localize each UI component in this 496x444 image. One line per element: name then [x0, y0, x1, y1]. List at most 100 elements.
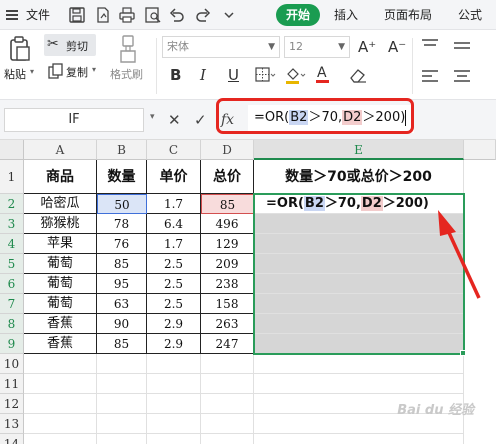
header-cell-a[interactable]: 商品 [24, 160, 97, 194]
cell-d3[interactable]: 496 [201, 214, 254, 234]
cell-a5[interactable]: 葡萄 [24, 254, 97, 274]
empty-cell[interactable] [24, 434, 97, 444]
row-header-12[interactable]: 12 [0, 394, 24, 414]
empty-cell[interactable] [147, 434, 201, 444]
tab-formulas[interactable]: 公式 [458, 0, 482, 30]
row-header-5[interactable]: 5 [0, 254, 24, 274]
empty-cell[interactable] [24, 354, 97, 374]
empty-cell[interactable] [254, 374, 464, 394]
empty-cell[interactable] [147, 374, 201, 394]
row-header-14[interactable]: 14 [0, 434, 24, 444]
empty-cell[interactable] [147, 414, 201, 434]
empty-cell[interactable] [201, 414, 254, 434]
empty-cell[interactable] [97, 354, 147, 374]
cell-d8[interactable]: 263 [201, 314, 254, 334]
font-color-icon[interactable]: A [316, 65, 338, 84]
cell-c4[interactable]: 1.7 [147, 234, 201, 254]
empty-cell[interactable] [97, 394, 147, 414]
cell-e4[interactable] [254, 234, 464, 254]
column-header-f[interactable] [464, 140, 496, 160]
format-painter-icon[interactable] [117, 34, 139, 64]
font-size-select[interactable]: 12 ▼ [284, 36, 350, 58]
hamburger-menu-icon[interactable] [6, 10, 18, 20]
paste-button[interactable]: 粘贴 [4, 66, 26, 82]
empty-cell[interactable] [147, 354, 201, 374]
menu-file[interactable]: 文件 [26, 0, 50, 30]
column-header-b[interactable]: B [97, 140, 147, 160]
copy-button[interactable]: 复制 ▾ [44, 60, 100, 82]
cell-e8[interactable] [254, 314, 464, 334]
align-center-icon[interactable] [452, 68, 472, 84]
empty-cell[interactable] [201, 354, 254, 374]
cell-c7[interactable]: 2.5 [147, 294, 201, 314]
empty-cell[interactable] [147, 394, 201, 414]
print-preview-icon[interactable] [144, 6, 162, 24]
italic-button[interactable]: I [200, 66, 206, 84]
customize-toolbar-icon[interactable] [220, 6, 238, 24]
select-all-corner[interactable] [0, 140, 24, 160]
row-header-3[interactable]: 3 [0, 214, 24, 234]
cell-a2[interactable]: 哈密瓜 [24, 194, 97, 214]
align-middle-icon[interactable] [452, 38, 472, 54]
confirm-formula-icon[interactable]: ✓ [194, 110, 207, 130]
editing-cell-e2[interactable]: =OR(B2＞70,D2＞200) [254, 194, 464, 214]
export-pdf-icon[interactable] [94, 6, 112, 24]
cell-a4[interactable]: 苹果 [24, 234, 97, 254]
underline-button[interactable]: U [228, 66, 239, 84]
cell-a3[interactable]: 猕猴桃 [24, 214, 97, 234]
row-header-7[interactable]: 7 [0, 294, 24, 314]
row-header-6[interactable]: 6 [0, 274, 24, 294]
cell-e6[interactable] [254, 274, 464, 294]
header-cell-d[interactable]: 总价 [201, 160, 254, 194]
cell-b4[interactable]: 76 [97, 234, 147, 254]
empty-cell[interactable] [24, 414, 97, 434]
empty-cell[interactable] [201, 434, 254, 444]
shrink-font-icon[interactable]: A⁻ [388, 38, 406, 56]
cell-d4[interactable]: 129 [201, 234, 254, 254]
cell-b3[interactable]: 78 [97, 214, 147, 234]
bold-button[interactable]: B [170, 66, 181, 84]
tab-page-layout[interactable]: 页面布局 [384, 0, 432, 30]
font-name-select[interactable]: 宋体 ▼ [162, 36, 280, 58]
row-header-2[interactable]: 2 [0, 194, 24, 214]
cell-a7[interactable]: 葡萄 [24, 294, 97, 314]
cell-d9[interactable]: 247 [201, 334, 254, 354]
row-header-13[interactable]: 13 [0, 414, 24, 434]
tab-insert[interactable]: 插入 [334, 0, 358, 30]
header-cell-b[interactable]: 数量 [97, 160, 147, 194]
cell-c3[interactable]: 6.4 [147, 214, 201, 234]
cell-b2[interactable]: 50 [97, 194, 147, 214]
empty-cell[interactable] [24, 394, 97, 414]
cell-c6[interactable]: 2.5 [147, 274, 201, 294]
cell-d5[interactable]: 209 [201, 254, 254, 274]
cell-d2[interactable]: 85 [201, 194, 254, 214]
row-header-10[interactable]: 10 [0, 354, 24, 374]
name-box-dropdown-icon[interactable]: ▾ [150, 112, 155, 122]
cell-e7[interactable] [254, 294, 464, 314]
row-header-4[interactable]: 4 [0, 234, 24, 254]
name-box[interactable]: IF [4, 108, 144, 132]
header-cell-c[interactable]: 单价 [147, 160, 201, 194]
borders-icon[interactable] [254, 66, 276, 84]
cell-b6[interactable]: 95 [97, 274, 147, 294]
column-header-a[interactable]: A [24, 140, 97, 160]
row-header-1[interactable]: 1 [0, 160, 24, 194]
paste-dropdown-icon[interactable]: ▾ [30, 67, 34, 76]
cell-b7[interactable]: 63 [97, 294, 147, 314]
cell-e5[interactable] [254, 254, 464, 274]
cell-d7[interactable]: 158 [201, 294, 254, 314]
cut-button[interactable]: ✂ 剪切 [44, 34, 96, 56]
cell-a6[interactable]: 葡萄 [24, 274, 97, 294]
cell-a8[interactable]: 香蕉 [24, 314, 97, 334]
header-cell-e[interactable]: 数量＞70或总价＞200 [254, 160, 464, 194]
row-header-8[interactable]: 8 [0, 314, 24, 334]
cell-e3[interactable] [254, 214, 464, 234]
align-left-icon[interactable] [420, 68, 440, 84]
format-painter-button[interactable]: 格式刷 [110, 66, 143, 82]
print-icon[interactable] [118, 6, 136, 24]
empty-cell[interactable] [97, 374, 147, 394]
empty-cell[interactable] [254, 434, 464, 444]
column-header-e[interactable]: E [254, 140, 464, 160]
cell-c9[interactable]: 2.9 [147, 334, 201, 354]
cancel-formula-icon[interactable]: ✕ [168, 110, 181, 130]
